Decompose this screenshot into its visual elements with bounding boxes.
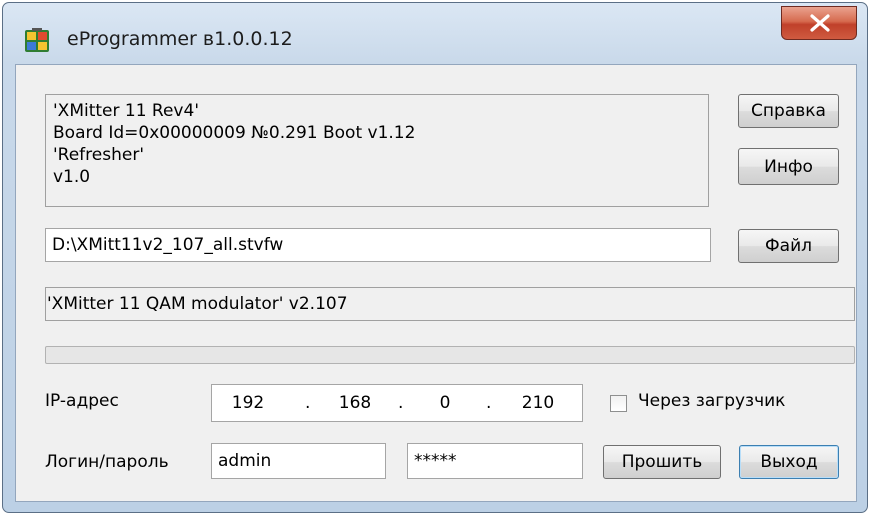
ip-octet-2[interactable]: 168: [325, 393, 385, 413]
flash-button[interactable]: Прошить: [603, 445, 721, 479]
firmware-description: 'XMitter 11 QAM modulator' v2.107: [45, 287, 855, 321]
ip-dot: .: [486, 393, 492, 413]
login-input[interactable]: [211, 443, 386, 479]
client-area: 'XMitter 11 Rev4' Board Id=0x00000009 №0…: [15, 64, 857, 502]
password-input[interactable]: [407, 443, 583, 479]
ip-octet-3[interactable]: 0: [415, 393, 475, 413]
ip-dot: .: [305, 393, 311, 413]
via-bootloader-label[interactable]: Через загрузчик: [638, 391, 785, 411]
credentials-label: Логин/пароль: [45, 452, 169, 472]
device-info-box: 'XMitter 11 Rev4' Board Id=0x00000009 №0…: [45, 94, 709, 207]
window-title: eProgrammer в1.0.0.12: [67, 28, 293, 50]
app-window: eProgrammer в1.0.0.12 'XMitter 11 Rev4' …: [2, 2, 868, 513]
exit-button[interactable]: Выход: [739, 445, 839, 479]
device-info-line: 'Refresher': [53, 145, 144, 165]
help-button[interactable]: Справка: [738, 94, 839, 128]
ip-label: IP-адрес: [45, 391, 119, 411]
device-info-line: Board Id=0x00000009 №0.291 Boot v1.12: [53, 123, 416, 143]
app-icon: [25, 28, 49, 52]
ip-octet-1[interactable]: 192: [218, 393, 278, 413]
file-path-input[interactable]: [45, 228, 711, 262]
close-icon: [810, 14, 830, 32]
file-button[interactable]: Файл: [738, 229, 839, 263]
ip-dot: .: [398, 393, 404, 413]
close-button[interactable]: [781, 6, 857, 40]
progress-bar: [45, 346, 855, 364]
via-bootloader-checkbox[interactable]: [610, 395, 627, 412]
device-info-line: 'XMitter 11 Rev4': [53, 101, 199, 121]
ip-octet-4[interactable]: 210: [508, 393, 568, 413]
device-info-line: v1.0: [53, 167, 91, 187]
title-bar[interactable]: eProgrammer в1.0.0.12: [3, 3, 867, 65]
info-button[interactable]: Инфо: [738, 148, 839, 185]
ip-address-input[interactable]: 192 . 168 . 0 . 210: [211, 384, 583, 422]
